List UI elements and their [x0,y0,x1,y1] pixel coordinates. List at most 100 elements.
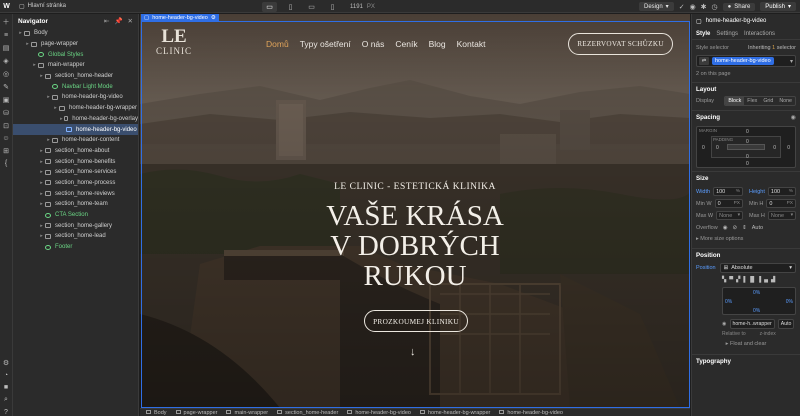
expand-caret-icon[interactable]: ▸ [45,94,52,100]
add-icon[interactable]: ＋ [3,17,10,27]
display-none[interactable]: None [776,97,795,105]
canvas-width[interactable]: 1191 PX [350,4,375,10]
navigator-item[interactable]: ▸ section_home-lead [13,231,138,242]
margin-left[interactable]: 0 [702,145,705,151]
spacing-section-title[interactable]: Spacing ◉ [692,110,800,123]
check-icon[interactable]: ✓ [679,3,685,11]
site-menu-link[interactable]: Domů [266,39,289,49]
tablet-breakpoint-icon[interactable]: ▯ [283,2,298,12]
share-button[interactable]: ● Share [722,2,756,11]
position-section-title[interactable]: Position [692,248,800,261]
position-offsets[interactable]: 0% 0% 0% 0% [722,287,796,315]
navigator-item[interactable]: ▸ home-header-content [13,135,138,146]
navigator-icon[interactable]: ≡ [4,32,8,39]
ecommerce-icon[interactable]: ⊡ [3,122,9,130]
offset-bottom[interactable]: 0% [753,308,760,314]
display-grid[interactable]: Grid [760,97,776,105]
expand-caret-icon[interactable]: ▸ [52,105,59,111]
offset-right[interactable]: 0% [786,299,793,305]
expand-caret-icon[interactable]: ▸ [38,73,45,79]
navigator-item[interactable]: CTA Section [13,210,138,221]
settings-gear-icon[interactable]: ⚙ [211,15,216,21]
overflow-visible-icon[interactable]: ◉ [723,225,728,231]
tab-settings[interactable]: Settings [716,31,738,37]
eye-icon[interactable]: ◉ [690,3,696,11]
breadcrumb-item[interactable]: Body [146,410,167,416]
site-menu-link[interactable]: Kontakt [457,39,486,49]
apps-icon[interactable]: ⊞ [3,147,9,155]
min-width-field[interactable]: Min W 0 PX [696,199,743,208]
size-section-title[interactable]: Size [692,171,800,184]
preset-left-icon[interactable]: ▌ [743,277,747,283]
width-field[interactable]: Width 100% [696,187,743,196]
navigator-item[interactable]: ▸ section_home-gallery [13,220,138,231]
settings-icon[interactable]: ⚙ [3,359,9,367]
inheriting-info[interactable]: Inheriting 1 selector [748,45,796,51]
tab-style[interactable]: Style [696,31,710,37]
selector-swap-icon[interactable]: ⇄ [699,57,709,65]
navigator-item[interactable]: home-header-bg-video [13,124,138,135]
navigator-item[interactable]: ▸ section_home-team [13,199,138,210]
expand-caret-icon[interactable]: ▸ [38,233,45,239]
padding-left[interactable]: 0 [716,145,719,151]
class-selector-input[interactable]: ⇄ home-header-bg-video ▾ [696,55,796,67]
preset-top-right-icon[interactable]: ▞ [736,277,740,283]
desktop-breakpoint-icon[interactable]: ▭ [262,1,277,12]
audit-icon[interactable]: ◔ [4,372,8,379]
webflow-logo[interactable]: W [0,0,13,13]
finsweet-icon[interactable]: { [5,160,7,167]
offset-left[interactable]: 0% [725,299,732,305]
expand-caret-icon[interactable]: ▸ [38,201,45,207]
close-icon[interactable]: ✕ [128,17,133,25]
preset-right-icon[interactable]: ▐ [757,277,761,283]
expand-caret-icon[interactable]: ▸ [24,41,31,47]
class-pill[interactable]: home-header-bg-video [712,57,774,65]
style-selectors-icon[interactable]: ✎ [3,83,9,91]
breadcrumb-item[interactable]: main-wrapper [226,410,268,416]
min-height-field[interactable]: Min H 0 PX [749,199,796,208]
breadcrumb-item[interactable]: page-wrapper [175,410,217,416]
breadcrumb-item[interactable]: section_home-header [277,410,338,416]
overflow-hidden-icon[interactable]: ⊘ [733,225,738,231]
chevron-down-icon[interactable]: ▾ [790,58,793,65]
navigator-item[interactable]: ▸ Body [13,28,138,39]
site-menu-link[interactable]: Typy ošetření [300,39,351,49]
display-block[interactable]: Block [725,97,745,105]
max-width-field[interactable]: Max W None ▾ [696,211,743,220]
scroll-down-arrow-icon[interactable]: ↓ [410,346,416,358]
mobile-portrait-icon[interactable]: ▯ [325,2,340,12]
breadcrumb-item[interactable]: home-header-bg-video [347,410,411,416]
expand-caret-icon[interactable]: ▸ [45,137,52,143]
expand-caret-icon[interactable]: ▸ [38,148,45,154]
preset-bottom-right-icon[interactable]: ▟ [771,277,775,283]
navigator-item[interactable]: Navbar Light Mode [13,81,138,92]
offset-top[interactable]: 0% [753,290,760,296]
typography-section-title[interactable]: Typography [692,354,800,367]
book-appointment-button[interactable]: REZERVOVAT SCHŮZKU [568,33,673,55]
navigator-item[interactable]: ▸ section_home-header [13,71,138,82]
float-and-clear[interactable]: ▸ Float and clear [692,337,800,351]
position-dropdown[interactable]: ⊞ Absolute ▾ [719,263,796,273]
more-size-options[interactable]: ▸ More size options [692,233,800,245]
expand-caret-icon[interactable]: ▸ [17,30,24,36]
navigator-item[interactable]: ▸ main-wrapper [13,60,138,71]
navigator-item[interactable]: ▸ section_home-about [13,146,138,157]
navigator-item[interactable]: Footer [13,242,138,253]
clinic-logo[interactable]: LE CLINIC [156,27,192,56]
site-menu-link[interactable]: Ceník [395,39,417,49]
preset-bottom-icon[interactable]: ▄ [764,277,768,283]
expand-caret-icon[interactable]: ▸ [38,223,45,229]
page-selector[interactable]: ▢ Hlavní stránka [15,2,70,11]
search-icon[interactable]: ⌕ [4,396,8,404]
relative-to-dropdown[interactable]: home-h..wrapper [729,319,775,329]
selected-element-tag[interactable]: ▢ home-header-bg-video ⚙ [141,14,219,22]
navigator-item[interactable]: ▸ home-header-bg-overlay [13,114,138,125]
users-icon[interactable]: ☺ [2,135,9,142]
publish-button[interactable]: Publish ▾ [760,2,796,11]
mobile-landscape-icon[interactable]: ▭ [304,2,319,12]
record-icon[interactable]: ■ [4,384,8,391]
preset-top-left-icon[interactable]: ▚ [722,277,726,283]
margin-bottom[interactable]: 0 [746,161,749,167]
expand-caret-icon[interactable]: ▸ [59,116,64,122]
preset-top-icon[interactable]: ▀ [729,277,733,283]
